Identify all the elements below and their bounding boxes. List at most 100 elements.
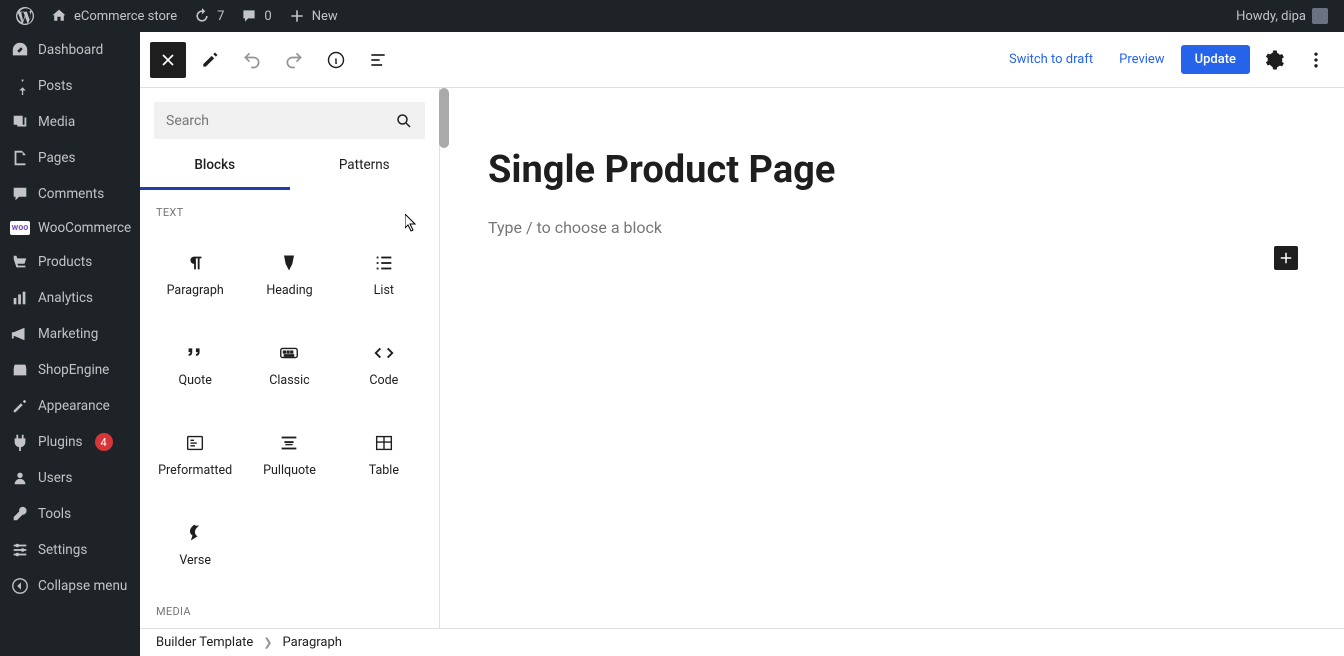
sidebar-item-label: Appearance [38, 398, 110, 414]
comments-link[interactable]: 0 [232, 0, 279, 32]
sidebar-item-shopengine[interactable]: ShopEngine [0, 352, 140, 388]
preformatted-icon [183, 431, 207, 455]
more-options-button[interactable] [1298, 42, 1334, 78]
switch-draft-link[interactable]: Switch to draft [999, 52, 1103, 67]
page-title[interactable]: Single Product Page [488, 148, 1296, 192]
sidebar-item-label: Posts [38, 78, 72, 94]
marketing-icon [10, 324, 30, 344]
block-preformatted[interactable]: Preformatted [148, 409, 242, 499]
undo-button[interactable] [234, 42, 270, 78]
editor-toolbar: Switch to draft Preview Update [140, 32, 1344, 88]
updates-link[interactable]: 7 [185, 0, 232, 32]
sidebar-item-collapse[interactable]: Collapse menu [0, 568, 140, 604]
sidebar-item-label: Comments [38, 186, 104, 202]
sidebar-item-plugins[interactable]: Plugins 4 [0, 424, 140, 460]
dashboard-icon [10, 40, 30, 60]
howdy-text: Howdy, dipa [1236, 9, 1306, 24]
sidebar-item-pages[interactable]: Pages [0, 140, 140, 176]
block-inserter-panel: Blocks Patterns TEXT Paragraph Heading [140, 88, 440, 628]
close-inserter-button[interactable] [150, 42, 186, 78]
site-name: eCommerce store [74, 9, 177, 24]
sidebar-item-label: Pages [38, 150, 76, 166]
wordpress-logo[interactable] [8, 0, 42, 32]
sidebar-item-label: WooCommerce [38, 220, 131, 236]
tab-blocks[interactable]: Blocks [140, 147, 290, 190]
edit-mode-button[interactable] [192, 42, 228, 78]
sidebar-item-label: Collapse menu [38, 578, 127, 594]
pullquote-icon [277, 431, 301, 455]
block-list[interactable]: List [337, 229, 431, 319]
block-code[interactable]: Code [337, 319, 431, 409]
block-table[interactable]: Table [337, 409, 431, 499]
sidebar-item-label: Settings [38, 542, 87, 558]
preview-link[interactable]: Preview [1109, 52, 1174, 67]
sidebar-item-products[interactable]: Products [0, 244, 140, 280]
info-button[interactable] [318, 42, 354, 78]
block-paragraph[interactable]: Paragraph [148, 229, 242, 319]
search-field-wrap[interactable] [154, 102, 425, 139]
sidebar-item-tools[interactable]: Tools [0, 496, 140, 532]
user-menu[interactable]: Howdy, dipa [1228, 0, 1336, 32]
add-block-button[interactable] [1274, 246, 1298, 270]
wordpress-icon [16, 7, 34, 25]
block-placeholder[interactable]: Type / to choose a block [488, 218, 1296, 237]
list-icon [372, 251, 396, 275]
block-quote[interactable]: Quote [148, 319, 242, 409]
block-verse[interactable]: Verse [148, 499, 242, 589]
editor-canvas[interactable]: Single Product Page Type / to choose a b… [440, 88, 1344, 628]
sidebar-item-marketing[interactable]: Marketing [0, 316, 140, 352]
admin-bar: eCommerce store 7 0 New Howdy, dipa [0, 0, 1344, 32]
block-classic[interactable]: Classic [242, 319, 336, 409]
sidebar-item-dashboard[interactable]: Dashboard [0, 32, 140, 68]
section-title-media: MEDIA [140, 589, 439, 628]
sidebar-item-settings[interactable]: Settings [0, 532, 140, 568]
sidebar-item-appearance[interactable]: Appearance [0, 388, 140, 424]
sidebar-item-media[interactable]: Media [0, 104, 140, 140]
pages-icon [10, 148, 30, 168]
verse-icon [183, 521, 207, 545]
plugins-badge: 4 [95, 433, 113, 451]
refresh-icon [193, 7, 211, 25]
sidebar-item-users[interactable]: Users [0, 460, 140, 496]
outline-button[interactable] [360, 42, 396, 78]
paragraph-icon [183, 251, 207, 275]
sidebar-item-label: Media [38, 114, 75, 130]
tab-patterns[interactable]: Patterns [290, 147, 440, 190]
classic-icon [277, 341, 301, 365]
settings-gear-button[interactable] [1256, 42, 1292, 78]
block-pullquote[interactable]: Pullquote [242, 409, 336, 499]
tools-icon [10, 504, 30, 524]
search-input[interactable] [166, 113, 395, 129]
heading-icon [277, 251, 301, 275]
comments-count: 0 [264, 9, 271, 24]
sidebar-item-label: Users [38, 470, 72, 486]
redo-button[interactable] [276, 42, 312, 78]
products-icon [10, 252, 30, 272]
sidebar-item-comments[interactable]: Comments [0, 176, 140, 212]
block-heading[interactable]: Heading [242, 229, 336, 319]
sidebar-item-label: Marketing [38, 326, 98, 342]
sidebar-item-posts[interactable]: Posts [0, 68, 140, 104]
sidebar-item-analytics[interactable]: Analytics [0, 280, 140, 316]
media-icon [10, 112, 30, 132]
admin-sidebar: Dashboard Posts Media Pages Comments woo… [0, 32, 140, 656]
sidebar-item-label: Tools [38, 506, 71, 522]
new-label: New [312, 9, 338, 24]
new-link[interactable]: New [280, 0, 346, 32]
sidebar-item-label: Analytics [38, 290, 93, 306]
sidebar-item-label: Plugins [38, 434, 83, 450]
editor: Switch to draft Preview Update [140, 32, 1344, 656]
update-button[interactable]: Update [1181, 45, 1250, 74]
site-home-link[interactable]: eCommerce store [42, 0, 185, 32]
breadcrumb-parent[interactable]: Builder Template [156, 635, 253, 650]
breadcrumb-current[interactable]: Paragraph [283, 635, 342, 650]
quote-icon [183, 341, 207, 365]
sidebar-item-woocommerce[interactable]: woo WooCommerce [0, 212, 140, 244]
home-icon [50, 7, 68, 25]
pin-icon [10, 76, 30, 96]
users-icon [10, 468, 30, 488]
avatar-icon [1312, 8, 1328, 24]
inserter-tabs: Blocks Patterns [140, 147, 439, 190]
collapse-icon [10, 576, 30, 596]
section-title-text: TEXT [140, 190, 439, 229]
